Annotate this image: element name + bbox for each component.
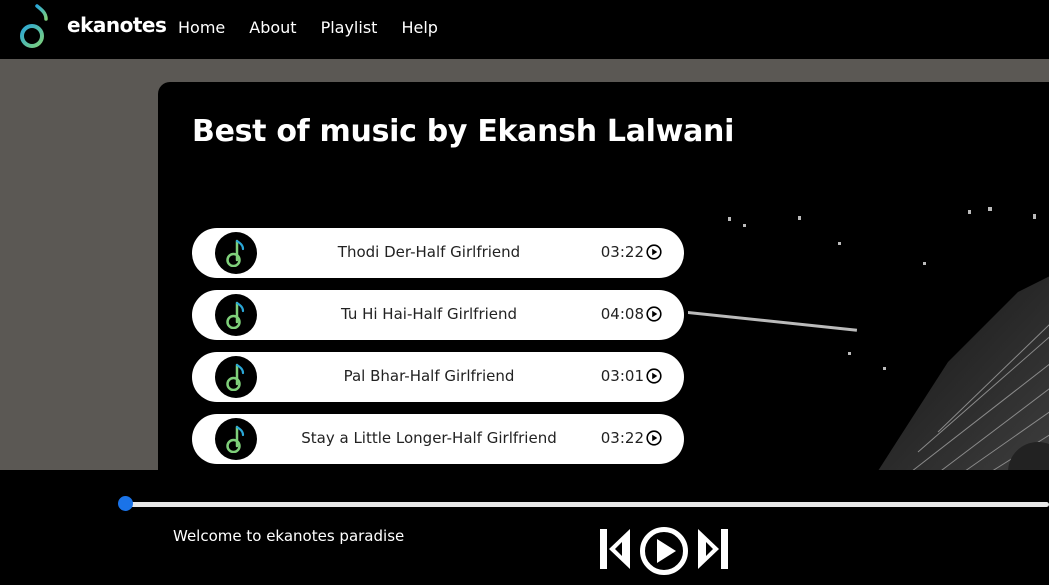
next-icon[interactable] <box>696 526 730 572</box>
background-art-image <box>688 202 1049 502</box>
play-circle-icon[interactable] <box>646 244 662 260</box>
song-duration: 04:08 <box>600 305 644 323</box>
previous-icon[interactable] <box>598 526 632 572</box>
progress-thumb[interactable] <box>118 496 133 511</box>
now-playing-text: Welcome to ekanotes paradise <box>173 527 405 545</box>
playlist-card: Best of music by Ekansh Lalwani Thodi De… <box>158 82 1049 502</box>
song-duration: 03:22 <box>600 429 644 447</box>
song-item[interactable]: Thodi Der-Half Girlfriend 03:22 <box>192 228 684 278</box>
song-title: Pal Bhar-Half Girlfriend <box>343 367 515 385</box>
play-icon[interactable] <box>639 526 689 576</box>
song-duration: 03:01 <box>600 367 644 385</box>
nav-about-link[interactable]: About <box>249 18 296 37</box>
player-bar: Welcome to ekanotes paradise <box>0 470 1049 585</box>
music-note-icon <box>215 418 257 460</box>
nav-help-link[interactable]: Help <box>401 18 437 37</box>
playlist-title: Best of music by Ekansh Lalwani <box>192 114 735 149</box>
song-duration: 03:22 <box>600 243 644 261</box>
song-item[interactable]: Pal Bhar-Half Girlfriend 03:01 <box>192 352 684 402</box>
song-title: Tu Hi Hai-Half Girlfriend <box>340 305 518 323</box>
play-circle-icon[interactable] <box>646 430 662 446</box>
music-note-icon <box>215 356 257 398</box>
nav-home-link[interactable]: Home <box>178 18 225 37</box>
music-note-icon[interactable] <box>18 3 52 49</box>
play-circle-icon[interactable] <box>646 368 662 384</box>
brand-name[interactable]: ekanotes <box>67 13 167 37</box>
nav-links: Home About Playlist Help <box>178 18 438 37</box>
player-controls <box>598 526 732 576</box>
music-note-icon <box>215 294 257 336</box>
song-item[interactable]: Tu Hi Hai-Half Girlfriend 04:08 <box>192 290 684 340</box>
song-title: Stay a Little Longer-Half Girlfriend <box>301 429 557 447</box>
song-title: Thodi Der-Half Girlfriend <box>337 243 521 261</box>
song-item[interactable]: Stay a Little Longer-Half Girlfriend 03:… <box>192 414 684 464</box>
navbar: ekanotes Home About Playlist Help <box>0 0 1049 59</box>
nav-playlist-link[interactable]: Playlist <box>321 18 378 37</box>
play-circle-icon[interactable] <box>646 306 662 322</box>
music-note-icon <box>215 232 257 274</box>
progress-bar[interactable] <box>126 502 1049 507</box>
